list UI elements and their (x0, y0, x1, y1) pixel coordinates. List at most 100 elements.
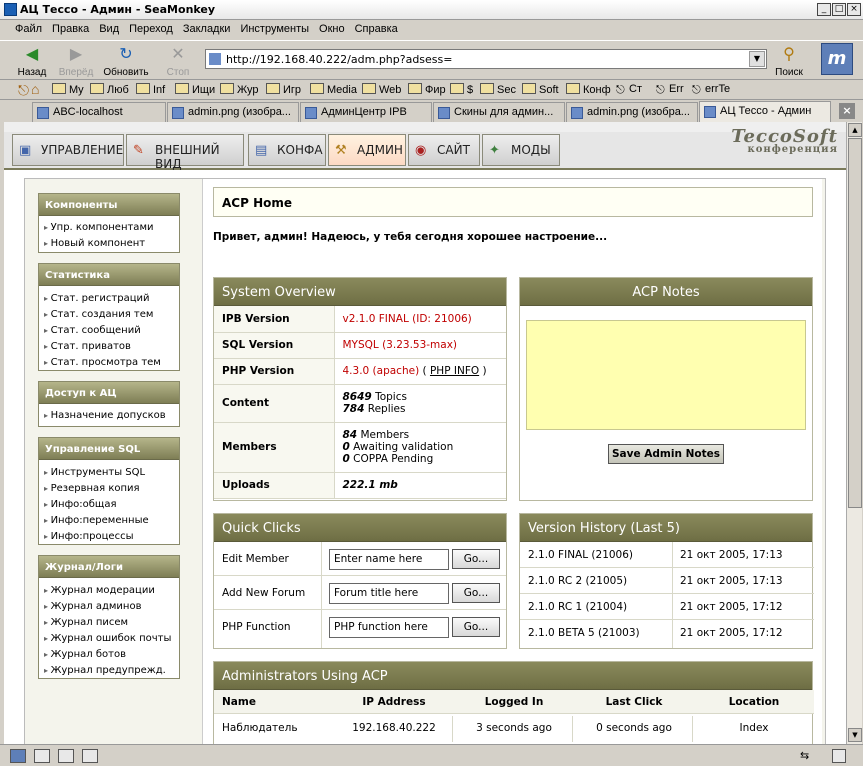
navigator-icon[interactable] (10, 749, 26, 763)
version-date: 21 окт 2005, 17:13 (680, 575, 783, 587)
reload-label: Обновить (103, 67, 149, 78)
sidebar-section-components: Компоненты Упр. компонентами Новый компо… (38, 193, 180, 253)
browser-tab-active[interactable]: АЦ Тессо - Админ (699, 101, 831, 123)
menu-bookmarks[interactable]: Закладки (178, 21, 236, 37)
scrollbar-thumb[interactable] (848, 138, 862, 508)
bookmark-folder[interactable]: My (52, 83, 84, 96)
bookmark-folder[interactable]: Soft (522, 83, 559, 96)
sidebar-link[interactable]: Журнал писем (39, 614, 179, 630)
tab-label: Скины для админ... (454, 106, 554, 118)
version-row: 2.1.0 FINAL (21006) 21 окт 2005, 17:13 (520, 542, 814, 568)
browser-tab[interactable]: admin.png (изобра... (566, 102, 698, 122)
awaiting-text: Awaiting validation (353, 441, 454, 453)
sidebar-link[interactable]: Инфо:процессы (39, 528, 179, 544)
admin-notes-textarea[interactable] (526, 320, 806, 430)
bookmark-folder[interactable]: Конф (566, 83, 611, 96)
php-info-link[interactable]: PHP INFO (430, 365, 479, 377)
forward-button[interactable]: ▶ Вперёд (50, 43, 102, 79)
menu-view[interactable]: Вид (94, 21, 124, 37)
menu-file[interactable]: Файл (10, 21, 47, 37)
tab-favicon-icon (438, 107, 450, 119)
browser-tab[interactable]: Скины для админ... (433, 102, 565, 122)
sidebar-link[interactable]: Упр. компонентами (39, 219, 179, 235)
bookmark-link[interactable]: Ст (616, 83, 642, 95)
seamonkey-icon (4, 3, 17, 16)
scroll-down-icon[interactable]: ▼ (848, 728, 862, 742)
tab-favicon-icon (37, 107, 49, 119)
bookmark-folder[interactable]: Игр (266, 83, 301, 96)
vertical-scrollbar[interactable]: ▲ ▼ (846, 122, 862, 744)
edit-member-input[interactable]: Enter name here (329, 549, 449, 570)
sidebar-link[interactable]: Журнал ошибок почты (39, 630, 179, 646)
scroll-up-icon[interactable]: ▲ (848, 123, 862, 137)
bookmark-folder[interactable]: $ (450, 83, 473, 96)
sidebar-link[interactable]: Журнал админов (39, 598, 179, 614)
menu-go[interactable]: Переход (124, 21, 178, 37)
coppa-count: 0 (342, 453, 350, 465)
bookmark-folder[interactable]: Ищи (175, 83, 215, 96)
window-titlebar: АЦ Тессо - Админ - SeaMonkey _ □ × (0, 0, 863, 20)
acp-tab-manage[interactable]: ▣ Управление (12, 134, 124, 166)
maximize-button[interactable]: □ (832, 3, 846, 16)
address-book-icon[interactable] (82, 749, 98, 763)
sidebar-link[interactable]: Инфо:переменные (39, 512, 179, 528)
browser-tab[interactable]: АдминЦентр IPB (300, 102, 432, 122)
bookmark-folder[interactable]: Web (362, 83, 401, 96)
stop-button[interactable]: ✕ Стоп (152, 43, 204, 79)
sidebar-link[interactable]: Назначение допусков (39, 407, 179, 423)
browser-tab[interactable]: ABC-localhost (32, 102, 166, 122)
reload-button[interactable]: ↻ Обновить (100, 43, 152, 79)
sidebar-link[interactable]: Журнал предупрежд. (39, 662, 179, 678)
php-function-input[interactable]: PHP function here (329, 617, 449, 638)
members-text: Members (360, 429, 410, 441)
bookmark-folder[interactable]: Sec (480, 83, 516, 96)
version-row: 2.1.0 RC 2 (21005) 21 окт 2005, 17:13 (520, 568, 814, 594)
menu-tools[interactable]: Инструменты (235, 21, 314, 37)
sidebar-link[interactable]: Инфо:общая (39, 496, 179, 512)
composer-icon[interactable] (58, 749, 74, 763)
menu-edit[interactable]: Правка (47, 21, 94, 37)
acp-tab-mods[interactable]: ✦ Моды (482, 134, 560, 166)
bookmark-folder[interactable]: Фир (408, 83, 446, 96)
mail-icon[interactable] (34, 749, 50, 763)
sidebar-link[interactable]: Стат. приватов (39, 338, 179, 354)
add-forum-go-button[interactable]: Go... (452, 583, 500, 603)
edit-member-go-button[interactable]: Go... (452, 549, 500, 569)
add-forum-input[interactable]: Forum title here (329, 583, 449, 604)
bookmark-link[interactable]: Err (656, 83, 684, 95)
navigation-toolbar: ◀ Назад ▶ Вперёд ↻ Обновить ✕ Стоп http://19… (0, 40, 863, 80)
close-button[interactable]: × (847, 3, 861, 16)
bookmark-folder[interactable]: Media (310, 83, 357, 96)
bookmark-folder[interactable]: Люб (90, 83, 129, 96)
minimize-button[interactable]: _ (817, 3, 831, 16)
tab-favicon-icon (571, 107, 583, 119)
bookmark-folder[interactable]: Жур (220, 83, 259, 96)
url-bar[interactable]: http://192.168.40.222/adm.php?adsess= ▼ (205, 49, 767, 69)
sidebar-link[interactable]: Журнал модерации (39, 582, 179, 598)
members-label: Members (214, 422, 335, 473)
acp-tab-site[interactable]: ◉ Сайт (408, 134, 480, 166)
php-function-go-button[interactable]: Go... (452, 617, 500, 637)
sidebar-link[interactable]: Резервная копия (39, 480, 179, 496)
bookmark-link[interactable]: errTe (692, 83, 730, 95)
sidebar-link[interactable]: Стат. создания тем (39, 306, 179, 322)
sidebar-link[interactable]: Инструменты SQL (39, 464, 179, 480)
sidebar-link[interactable]: Журнал ботов (39, 646, 179, 662)
column-header: Location (728, 696, 780, 708)
sidebar-link[interactable]: Стат. регистраций (39, 290, 179, 306)
sidebar-link[interactable]: Стат. просмотра тем (39, 354, 179, 370)
browser-tab[interactable]: admin.png (изобра... (167, 102, 299, 122)
save-admin-notes-button[interactable]: Save Admin Notes (608, 444, 724, 464)
close-tab-icon[interactable]: × (839, 103, 855, 119)
acp-tab-label: Сайт (437, 143, 470, 157)
acp-tab-admin[interactable]: ⚒ Админ (328, 134, 406, 166)
sidebar-link[interactable]: Новый компонент (39, 235, 179, 251)
sidebar-link[interactable]: Стат. сообщений (39, 322, 179, 338)
home-icon[interactable]: ⌂ (18, 81, 39, 97)
acp-tab-appearance[interactable]: ✎ Внешний вид (126, 134, 244, 171)
menu-help[interactable]: Справка (350, 21, 403, 37)
menu-window[interactable]: Окно (314, 21, 350, 37)
acp-tab-forum[interactable]: ▤ Конфа (248, 134, 326, 166)
bookmark-folder[interactable]: Inf (136, 83, 165, 96)
search-button[interactable]: ⚲ Поиск (763, 43, 815, 79)
